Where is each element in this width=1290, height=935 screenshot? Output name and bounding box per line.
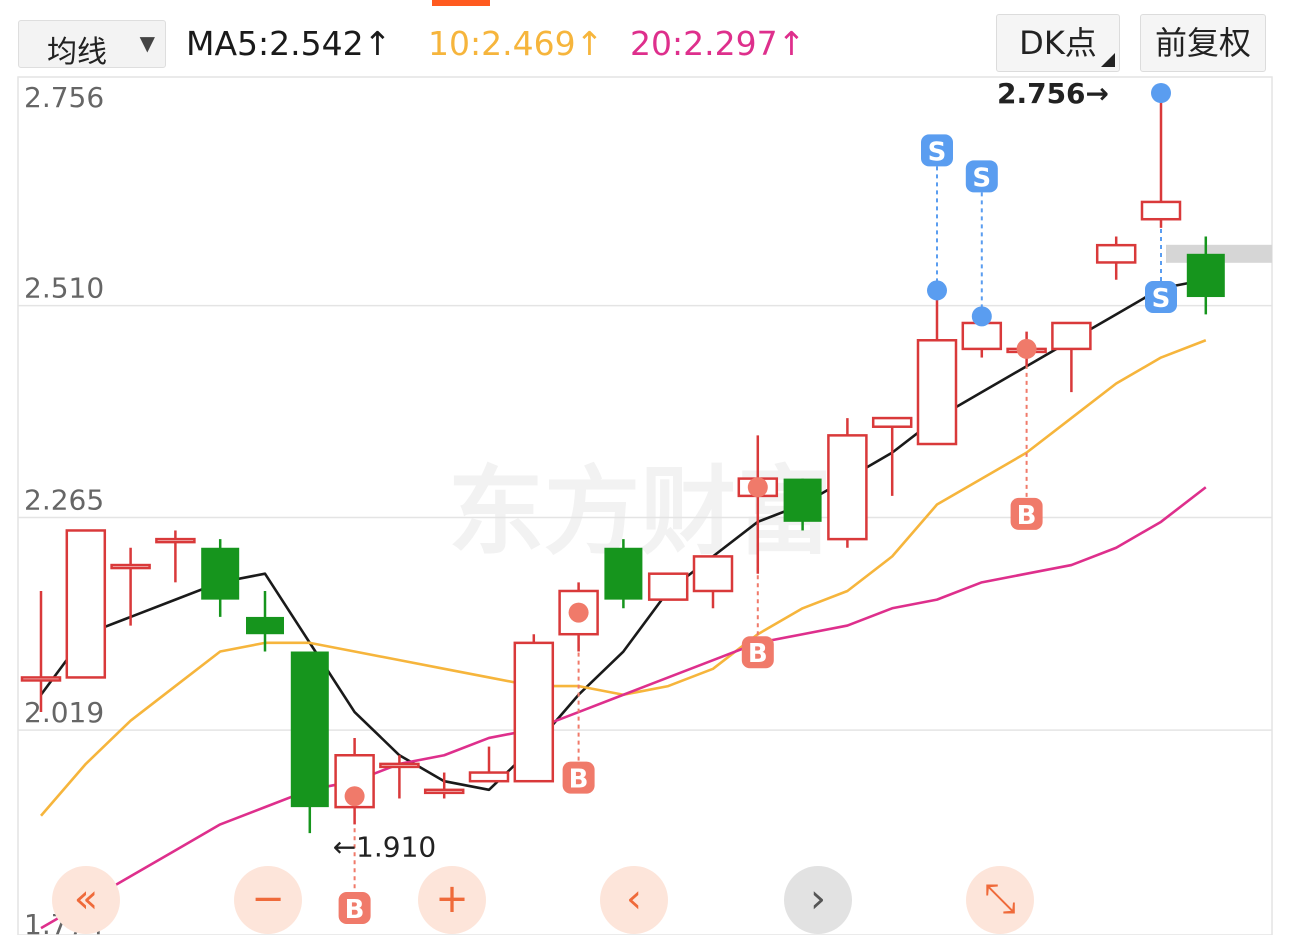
- candle-body: [604, 547, 643, 600]
- candle: [20, 590, 62, 713]
- candle-body: [423, 788, 465, 795]
- next-button[interactable]: ›: [784, 866, 852, 934]
- candle-body: [513, 641, 555, 783]
- buy-dot: [568, 602, 589, 623]
- sell-dot: [971, 306, 992, 327]
- plus-icon: +: [435, 876, 469, 922]
- candle-body: [783, 478, 822, 522]
- buy-signal-badge: B: [562, 761, 595, 795]
- candle: [1140, 93, 1182, 228]
- y-tick-label: 2.019: [24, 696, 104, 729]
- candle-body: [916, 339, 958, 446]
- y-tick-label: 2.756: [24, 81, 104, 114]
- signal-badge-text: B: [345, 895, 365, 925]
- candle-body: [379, 762, 420, 769]
- chevron-left-icon: ‹: [626, 876, 642, 922]
- signal-badge-text: B: [748, 639, 768, 669]
- candle-body: [290, 651, 329, 808]
- signal-badge-text: S: [928, 137, 947, 167]
- signal-badge-text: B: [569, 765, 589, 795]
- sell-signal-badge: S: [965, 160, 998, 193]
- y-axis-labels: 2.7562.5102.2652.0191.774: [24, 81, 104, 935]
- candle: [334, 737, 375, 825]
- signal-badge-text: B: [1017, 501, 1037, 531]
- candle-body: [65, 529, 107, 679]
- candle: [290, 651, 329, 834]
- candle-body: [20, 676, 62, 682]
- double-left-arrow-icon: «: [73, 876, 99, 922]
- sell-signal-badge: S: [921, 134, 953, 167]
- signal-badge-text: S: [972, 163, 991, 193]
- buy-signal-badge: B: [1010, 497, 1043, 531]
- low-price-label: ←1.910: [333, 830, 437, 863]
- buy-dot: [1016, 338, 1037, 359]
- candle: [1051, 321, 1092, 393]
- candle-body: [827, 434, 868, 541]
- candle-body: [246, 616, 284, 635]
- candle-body: [961, 321, 1003, 351]
- chevron-right-icon: ›: [810, 876, 826, 922]
- prev-button[interactable]: ‹: [600, 866, 668, 934]
- fullscreen-button[interactable]: ⤡: [966, 866, 1034, 934]
- candle: [1095, 236, 1137, 280]
- candle: [916, 288, 958, 446]
- candle-body: [201, 547, 240, 600]
- sell-dot: [927, 280, 947, 301]
- candle-body: [1051, 321, 1092, 351]
- candle: [423, 772, 465, 799]
- candle: [604, 539, 643, 609]
- candle-body: [692, 555, 734, 593]
- buy-signal-badge: B: [338, 892, 371, 925]
- buy-dot: [747, 477, 768, 498]
- zoom-out-button[interactable]: −: [234, 866, 302, 934]
- buy-dot: [344, 786, 365, 807]
- y-tick-label: 2.510: [24, 272, 104, 305]
- candle-body: [1186, 253, 1225, 298]
- candle: [647, 572, 689, 601]
- kline-chart[interactable]: 东方财富 2.7562.5102.2652.0191.774 BBBBSSS 2…: [0, 0, 1290, 935]
- sell-signal-badge: S: [1145, 281, 1177, 314]
- fast-back-button[interactable]: «: [52, 866, 120, 934]
- zoom-in-button[interactable]: +: [418, 866, 486, 934]
- candle: [201, 539, 240, 617]
- candle: [513, 634, 555, 783]
- minus-icon: −: [251, 876, 285, 922]
- candle-body: [155, 537, 196, 544]
- candle-body: [871, 416, 913, 428]
- y-tick-label: 2.265: [24, 484, 104, 517]
- sell-dot: [1151, 83, 1171, 103]
- buy-signal-badge: B: [741, 636, 774, 669]
- candle-body: [468, 771, 510, 783]
- candle: [155, 530, 196, 583]
- signal-badge-text: S: [1152, 284, 1171, 314]
- candle: [65, 529, 107, 679]
- candle: [871, 416, 913, 496]
- candle: [692, 555, 734, 609]
- candle: [468, 746, 510, 783]
- high-price-label: 2.756→: [997, 77, 1109, 110]
- expand-icon: ⤡: [984, 876, 1016, 922]
- candle-body: [647, 572, 689, 601]
- candle-body: [110, 563, 151, 570]
- candle: [110, 547, 151, 626]
- candle-body: [1140, 200, 1182, 221]
- candle-body: [1095, 243, 1137, 264]
- candle: [827, 418, 868, 548]
